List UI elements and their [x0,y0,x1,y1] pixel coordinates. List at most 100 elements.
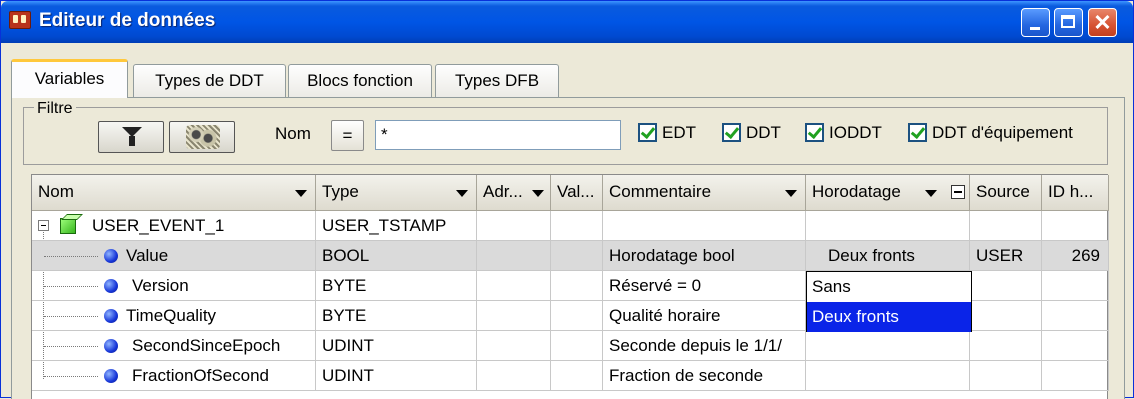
cell-id [1042,211,1109,241]
column-header-timestamp[interactable]: Horodatage [806,175,970,211]
cell-address [477,241,551,271]
column-header-id[interactable]: ID h... [1042,175,1109,211]
app-icon [9,11,31,29]
filter-legend: Filtre [34,100,76,118]
close-icon: ✕ [1093,10,1112,35]
cell-id [1042,271,1109,301]
column-header-name-label: Nom [38,182,74,201]
cell-source [970,331,1042,361]
column-header-type[interactable]: Type [316,175,477,211]
cell-timestamp [806,211,970,241]
data-editor-window: Editeur de données ✕ Variables Types de … [0,0,1134,399]
table-row[interactable]: USER_EVENT_1 USER_TSTAMP [32,211,1109,241]
checkbox-ioddt-label: IODDT [829,123,882,142]
dropdown-option-deux-fronts[interactable]: Deux fronts [807,302,971,332]
cell-comment: Qualité horaire [603,301,806,331]
column-header-timestamp-label: Horodatage [812,182,901,201]
cell-source [970,361,1042,391]
checkbox-checked-icon [805,123,824,142]
tree-branch [44,346,98,347]
column-header-name[interactable]: Nom [32,175,316,211]
tree-branch [44,376,98,377]
column-header-type-label: Type [322,182,359,201]
column-header-comment[interactable]: Commentaire [603,175,806,211]
cell-type: BYTE [316,271,477,301]
gears-icon [186,125,220,149]
column-header-value-label: Val... [557,182,595,201]
element-icon [104,369,118,383]
column-header-comment-label: Commentaire [609,182,712,201]
tab-dfb-types[interactable]: Types DFB [435,64,559,97]
equals-operator-button[interactable]: = [331,120,364,151]
dropdown-option-sans[interactable]: Sans [807,272,971,302]
filter-settings-button[interactable] [169,121,235,153]
window-title: Editeur de données [39,10,216,31]
checkbox-checked-icon [638,123,657,142]
column-header-source[interactable]: Source [970,175,1042,211]
collapse-icon[interactable] [38,220,49,231]
tab-function-blocks[interactable]: Blocs fonction [288,64,432,97]
name-filter-label: Nom [275,124,311,143]
element-icon [104,249,118,263]
cell-timestamp[interactable]: Deux fronts [806,241,970,271]
cell-type: BOOL [316,241,477,271]
tab-ddt-types[interactable]: Types de DDT [133,64,286,97]
checkbox-ddt-label: DDT [746,123,781,142]
cell-id [1042,331,1109,361]
cell-name: SecondSinceEpoch [32,331,316,361]
cell-name: TimeQuality [32,301,316,331]
timestamp-combo-value: Deux fronts [828,246,915,265]
tab-variables[interactable]: Variables [11,59,128,98]
dropdown-arrow-icon [925,190,937,197]
table-row[interactable]: SecondSinceEpoch UDINT Seconde depuis le… [32,331,1109,361]
dropdown-arrow-icon [295,190,307,197]
minimize-icon [1030,27,1040,30]
cell-address [477,271,551,301]
column-header-address[interactable]: Adr... [477,175,551,211]
checkbox-edt-label: EDT [662,123,696,142]
variable-name: FractionOfSecond [132,366,270,385]
collapse-icon[interactable] [951,185,965,199]
variable-name: SecondSinceEpoch [132,336,281,355]
minimize-button[interactable] [1021,8,1050,37]
variable-name: Version [132,276,189,295]
cell-timestamp [806,331,970,361]
cell-name: FractionOfSecond [32,361,316,391]
cell-id: 269 [1042,241,1109,271]
cell-address [477,211,551,241]
maximize-icon [1061,15,1075,28]
dropdown-arrow-icon [785,190,797,197]
funnel-stem [129,136,135,146]
variable-name: USER_EVENT_1 [92,216,225,235]
variable-name: TimeQuality [126,306,217,325]
name-filter-input[interactable] [375,120,621,150]
timestamp-combo[interactable]: Deux fronts [806,241,969,270]
tree-branch [44,316,98,317]
close-button[interactable]: ✕ [1088,8,1117,37]
column-header-id-label: ID h... [1048,182,1094,201]
variable-name: Value [126,246,169,265]
maximize-button[interactable] [1054,8,1083,37]
timestamp-dropdown-list: Sans Deux fronts [806,271,972,332]
cell-type: BYTE [316,301,477,331]
title-bar[interactable]: Editeur de données ✕ [1,1,1133,43]
cell-value [551,301,603,331]
column-header-value[interactable]: Val... [551,175,603,211]
element-icon [104,279,118,293]
cell-comment: Seconde depuis le 1/1/ [603,331,806,361]
cell-timestamp [806,361,970,391]
variables-grid: Nom Type Adr... Val... Commentaire Horod… [31,174,1109,399]
cell-type: USER_TSTAMP [316,211,477,241]
cell-address [477,361,551,391]
tree-branch [44,256,98,257]
cell-value [551,361,603,391]
table-row[interactable]: FractionOfSecond UDINT Fraction de secon… [32,361,1109,391]
cell-comment: Fraction de seconde [603,361,806,391]
element-icon [104,309,118,323]
cell-source [970,271,1042,301]
cell-source: USER [970,241,1042,271]
table-row-selected[interactable]: Value BOOL Horodatage bool Deux fronts U… [32,241,1109,271]
cell-comment [603,211,806,241]
apply-filter-button[interactable] [98,121,164,153]
cell-comment: Horodatage bool [603,241,806,271]
